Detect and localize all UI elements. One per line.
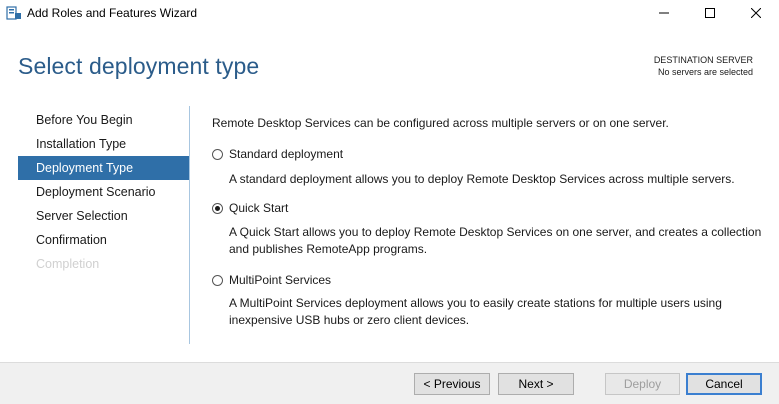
server-manager-icon	[6, 5, 22, 21]
multipoint-services-label[interactable]: MultiPoint Services	[229, 273, 331, 287]
close-button[interactable]	[733, 0, 779, 26]
destination-server-label: DESTINATION SERVER	[653, 55, 753, 65]
sidebar-item-installation-type[interactable]: Installation Type	[18, 132, 189, 156]
standard-deployment-description: A standard deployment allows you to depl…	[229, 172, 735, 186]
cancel-button[interactable]: Cancel	[686, 373, 762, 395]
sidebar-item-deployment-scenario[interactable]: Deployment Scenario	[18, 180, 189, 204]
title-bar: Add Roles and Features Wizard	[0, 0, 779, 26]
quick-start-option[interactable]: Quick Start	[212, 201, 288, 215]
multipoint-services-option[interactable]: MultiPoint Services	[212, 273, 331, 287]
intro-text: Remote Desktop Services can be configure…	[212, 116, 669, 130]
sidebar-item-before-you-begin[interactable]: Before You Begin	[18, 108, 189, 132]
next-button[interactable]: Next >	[498, 373, 574, 395]
multipoint-services-description: A MultiPoint Services deployment allows …	[229, 296, 722, 327]
quick-start-description: A Quick Start allows you to deploy Remot…	[229, 225, 762, 256]
sidebar-item-server-selection[interactable]: Server Selection	[18, 204, 189, 228]
maximize-button[interactable]	[687, 0, 733, 26]
standard-deployment-label[interactable]: Standard deployment	[229, 147, 343, 161]
previous-button[interactable]: < Previous	[414, 373, 490, 395]
sidebar-divider	[189, 106, 190, 344]
sidebar-item-deployment-type[interactable]: Deployment Type	[18, 156, 189, 180]
destination-server-value: No servers are selected	[657, 67, 753, 77]
sidebar-item-completion: Completion	[36, 257, 100, 271]
quick-start-label[interactable]: Quick Start	[229, 201, 288, 215]
quick-start-radio[interactable]	[212, 202, 223, 214]
page-title: Select deployment type	[18, 53, 260, 79]
multipoint-services-radio[interactable]	[212, 274, 223, 286]
window-title: Add Roles and Features Wizard	[27, 6, 198, 20]
wizard-steps-nav: Before You Begin Installation Type Deplo…	[18, 108, 189, 276]
standard-deployment-radio[interactable]	[212, 148, 223, 160]
standard-deployment-option[interactable]: Standard deployment	[212, 147, 343, 161]
sidebar-item-confirmation[interactable]: Confirmation	[18, 228, 189, 252]
minimize-button[interactable]	[641, 0, 687, 26]
deploy-button: Deploy	[605, 373, 680, 395]
